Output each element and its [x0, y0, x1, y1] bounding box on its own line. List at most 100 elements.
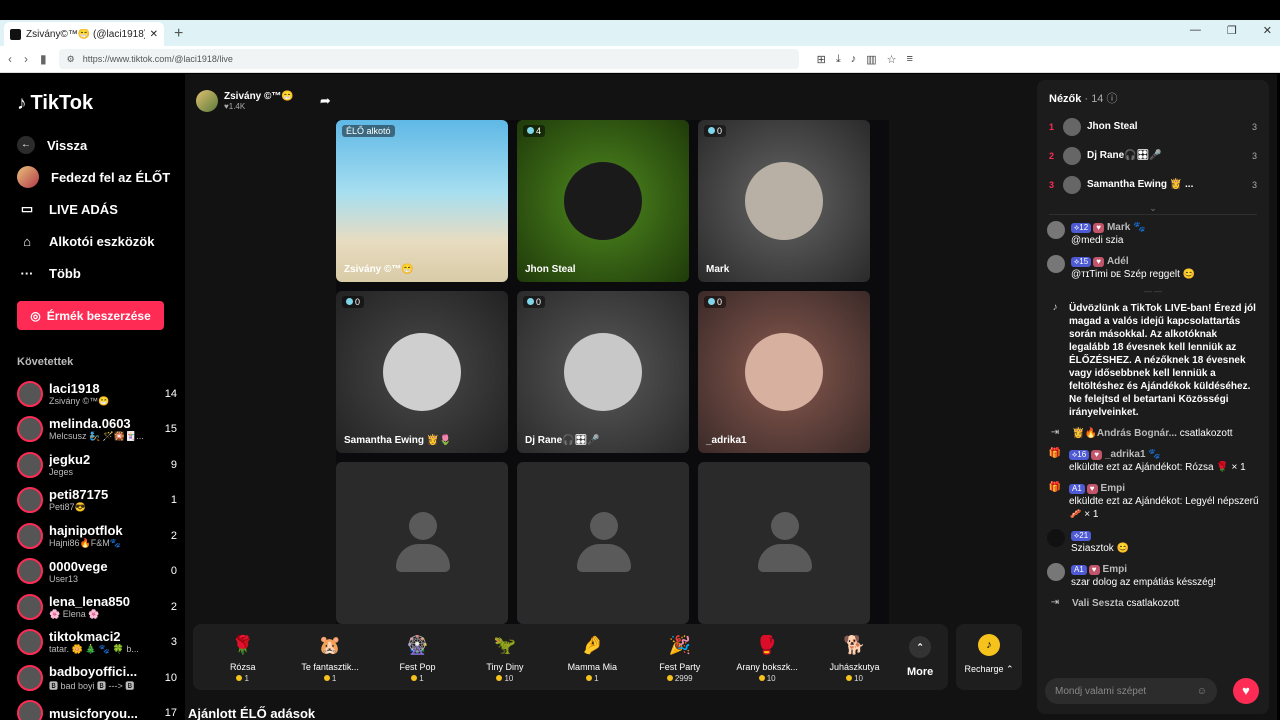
- restore-icon[interactable]: ❐: [1227, 24, 1237, 37]
- recharge-label: Recharge ⌃: [964, 664, 1014, 674]
- username[interactable]: Adél: [1107, 256, 1129, 267]
- following-item[interactable]: melinda.0603 Melcsusz 🧞 🪄🎇🃏... 15: [17, 412, 185, 448]
- following-name: peti87175: [49, 487, 109, 503]
- help-icon[interactable]: ⓘ: [1107, 93, 1118, 105]
- avatar[interactable]: [1047, 255, 1065, 273]
- gift-price: 1: [374, 674, 461, 683]
- guest-badge: 0: [704, 296, 727, 308]
- download-icon[interactable]: ⤓: [836, 53, 841, 66]
- following-item[interactable]: 0000vege User13 0: [17, 554, 185, 590]
- following-item[interactable]: jegku2 Jeges 9: [17, 447, 185, 483]
- gift-price: 1: [286, 674, 373, 683]
- nav-creator-tools[interactable]: ⌂ Alkotói eszközök: [17, 225, 185, 257]
- chevron-up-icon: ⌃: [909, 636, 932, 658]
- nav-explore-live[interactable]: Fedezd fel az ÉLŐT: [17, 161, 185, 193]
- minimize-icon[interactable]: —: [1190, 24, 1201, 37]
- top-viewer[interactable]: 2 Dj Rane🎧🎛🎤 3: [1037, 141, 1269, 170]
- following-item[interactable]: laci1918 Zsivány ©™😁 14: [17, 376, 185, 412]
- chevron-down-icon[interactable]: ⌄: [1049, 203, 1257, 215]
- guest-tile[interactable]: ÉLŐ alkotó Zsivány ©™😁: [336, 120, 508, 282]
- guest-tile[interactable]: 0 Samantha Ewing 👸🌷: [336, 291, 508, 453]
- gift-item[interactable]: 🥊 Arany bokszk... 10: [723, 632, 810, 683]
- viewer-rank: 3: [1049, 179, 1055, 190]
- close-tab-icon[interactable]: ✕: [150, 29, 158, 40]
- gift-name: Fest Party: [659, 661, 701, 672]
- coin-icon: [846, 674, 853, 681]
- empty-guest-slot[interactable]: [336, 462, 508, 624]
- nav-label: Vissza: [47, 137, 88, 153]
- bookmark-icon[interactable]: ▮: [40, 52, 47, 66]
- username[interactable]: Empi: [1101, 483, 1125, 494]
- empty-guest-slot[interactable]: [698, 462, 870, 624]
- host-name[interactable]: Zsivány ©™😁: [224, 91, 294, 102]
- username[interactable]: 👸🔥András Bognár...: [1072, 428, 1177, 439]
- extension-icon[interactable]: ⊞: [817, 53, 826, 66]
- tiktok-logo[interactable]: ♪ TikTok: [17, 92, 185, 115]
- new-tab-icon[interactable]: +: [174, 25, 183, 43]
- avatar: [17, 416, 43, 443]
- forward-icon[interactable]: ›: [24, 52, 28, 66]
- get-coins-button[interactable]: ◎ Érmék beszerzése: [17, 301, 164, 330]
- nav-back[interactable]: ← Vissza: [17, 129, 185, 161]
- username[interactable]: Empi: [1103, 564, 1127, 575]
- guest-tile[interactable]: 0 Dj Rane🎧🎛🎤: [517, 291, 689, 453]
- avatar[interactable]: [1047, 563, 1065, 581]
- guest-badge: 0: [523, 296, 546, 308]
- host-likes: ♥1.4K: [224, 102, 246, 111]
- share-icon[interactable]: ➦: [320, 93, 331, 109]
- site-info-icon[interactable]: ⚙: [67, 54, 75, 65]
- host-avatar[interactable]: [196, 90, 218, 112]
- following-nickname: 🅱 bad boyi 🅱 ---> 🅱: [49, 680, 135, 691]
- window-close-icon[interactable]: ✕: [1263, 24, 1272, 37]
- gift-item[interactable]: 🐕 Juhászkutya 10: [811, 632, 898, 683]
- browser-tab[interactable]: Zsivány©™😁 (@laci1918) É... ✕: [4, 22, 164, 46]
- guest-tile[interactable]: 4 Jhon Steal: [517, 120, 689, 282]
- following-item[interactable]: tiktokmaci2 tatar. 🌼 🎄 🐾 🍀 b... 3: [17, 625, 185, 661]
- nav-more[interactable]: ··· Több: [17, 257, 185, 289]
- gift-name: Tiny Diny: [486, 661, 524, 672]
- menu-icon[interactable]: ≡: [906, 53, 912, 66]
- avatar[interactable]: [1047, 221, 1065, 239]
- following-item[interactable]: musicforyou... 17: [17, 696, 185, 720]
- following-item[interactable]: lena_lena850 🌸 Elena 🌸 2: [17, 589, 185, 625]
- chat-input[interactable]: Mondj valami szépet ☺: [1045, 678, 1217, 704]
- following-name: 0000vege: [49, 558, 108, 574]
- recharge-button[interactable]: ♪ Recharge ⌃: [956, 624, 1022, 690]
- more-gifts-button[interactable]: ⌃ More: [898, 636, 942, 678]
- guest-tile[interactable]: 0 _adrika1: [698, 291, 870, 453]
- guest-tile[interactable]: 0 Mark: [698, 120, 870, 282]
- gift-item[interactable]: 🦖 Tiny Diny 10: [461, 632, 548, 683]
- avatar: [17, 664, 43, 691]
- following-item[interactable]: hajnipotflok Hajni86🔥F&M🐾 2: [17, 518, 185, 554]
- like-heart-button[interactable]: ♥: [1233, 678, 1259, 704]
- guest-badge: 0: [704, 125, 727, 137]
- username[interactable]: Mark 🐾: [1107, 222, 1146, 233]
- following-item[interactable]: badboyoffici... 🅱 bad boyi 🅱 ---> 🅱 10: [17, 660, 185, 696]
- gift-icon: 🎁: [1048, 482, 1062, 493]
- gift-item[interactable]: 🌹 Rózsa 1: [199, 632, 286, 683]
- join-message: ⇥ Vali Seszta csatlakozott: [1047, 597, 1259, 610]
- username[interactable]: Vali Seszta: [1072, 598, 1124, 609]
- music-icon[interactable]: ♪: [851, 53, 857, 66]
- username[interactable]: _adrika1 🐾: [1105, 449, 1161, 460]
- avatar[interactable]: [1047, 529, 1065, 547]
- join-action: csatlakozott: [1126, 598, 1180, 609]
- gift-item[interactable]: 🎡 Fest Pop 1: [374, 632, 461, 683]
- following-item[interactable]: peti87175 Peti87😎 1: [17, 483, 185, 519]
- top-viewer[interactable]: 3 Samantha Ewing 👸 ... 3: [1037, 170, 1269, 199]
- url-field[interactable]: ⚙ https://www.tiktok.com/@laci1918/live: [58, 49, 799, 69]
- gift-item[interactable]: 🐹 Te fantasztik... 1: [286, 632, 373, 683]
- sidebar-icon[interactable]: ▥: [866, 53, 876, 66]
- gift-item[interactable]: 🤌 Mamma Mia 1: [549, 632, 636, 683]
- empty-guest-slot[interactable]: [517, 462, 689, 624]
- following-name: jegku2: [49, 452, 91, 468]
- following-name: melinda.0603: [49, 416, 131, 432]
- back-icon[interactable]: ‹: [8, 52, 12, 66]
- emoji-icon[interactable]: ☺: [1197, 686, 1207, 697]
- gift-text: elküldte ezt az Ajándékot: Rózsa 🌹 × 1: [1069, 462, 1246, 473]
- guest-name: Zsivány ©™😁: [344, 264, 414, 275]
- star-icon[interactable]: ☆: [887, 53, 897, 66]
- nav-live-broadcast[interactable]: ▭ LIVE ADÁS: [17, 193, 185, 225]
- gift-item[interactable]: 🎉 Fest Party 2999: [636, 632, 723, 683]
- top-viewer[interactable]: 1 Jhon Steal 3: [1037, 112, 1269, 141]
